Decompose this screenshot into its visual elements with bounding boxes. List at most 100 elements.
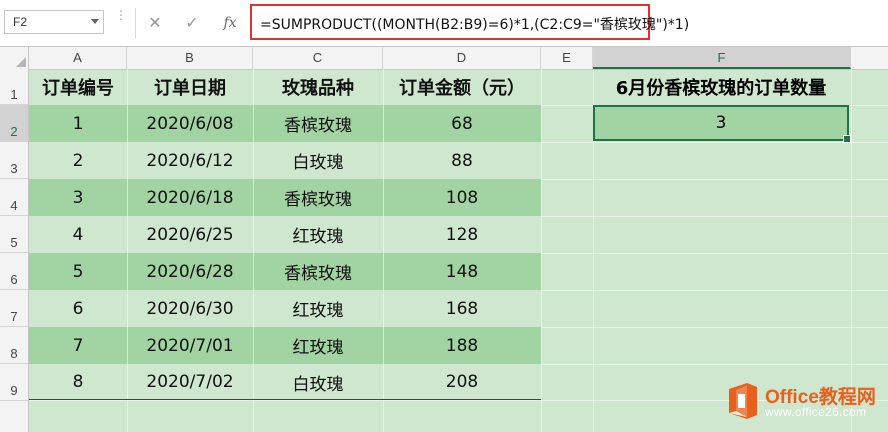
column-header-c[interactable]: C [253,47,383,69]
cell-order-date[interactable]: 2020/6/18 [127,179,253,216]
cell-order-amount[interactable]: 108 [383,179,541,216]
cell-rose-variety[interactable]: 红玫瑰 [253,290,383,327]
cell-rose-variety[interactable]: 白玫瑰 [253,142,383,179]
column-header-b[interactable]: B [127,47,253,69]
row-header-4[interactable]: 4 [0,179,28,216]
cell-order-amount[interactable]: 168 [383,290,541,327]
row-header-9[interactable]: 9 [0,364,28,401]
table-row: 1 2020/6/08 香槟玫瑰 68 [29,105,541,142]
cell-rose-variety[interactable]: 香槟玫瑰 [253,179,383,216]
cell-order-amount[interactable]: 88 [383,142,541,179]
row-header-3[interactable]: 3 [0,142,28,179]
row-number: 5 [10,235,18,250]
row-header-8[interactable]: 8 [0,327,28,364]
table-row: 3 2020/6/18 香槟玫瑰 108 [29,179,541,216]
row-number: 6 [10,272,18,287]
formula-bar: F2 ⋮ ✕ ✓ fx =SUMPRODUCT((MONTH(B2:B9)=6)… [0,0,888,47]
row-number: 4 [10,198,18,213]
row-number: 3 [10,161,18,176]
gridline [541,253,888,254]
cell-order-date[interactable]: 2020/6/25 [127,216,253,253]
cell-order-id[interactable]: 8 [29,364,127,400]
result-value: 3 [715,113,727,133]
row-header-2[interactable]: 2 [0,105,28,142]
gridline [383,69,384,432]
column-header-e[interactable]: E [541,47,593,69]
cell-rose-variety[interactable]: 香槟玫瑰 [253,253,383,290]
gridline [253,69,254,432]
cell-order-id[interactable]: 3 [29,179,127,216]
cell-order-date[interactable]: 2020/6/28 [127,253,253,290]
select-all-icon [16,57,26,67]
row-number: 8 [10,346,18,361]
gridline [541,290,888,291]
header-cell-order-date[interactable]: 订单日期 [127,69,253,105]
cell-order-date[interactable]: 2020/6/12 [127,142,253,179]
cell-order-id[interactable]: 6 [29,290,127,327]
row-header-7[interactable]: 7 [0,290,28,327]
cell-order-date[interactable]: 2020/6/30 [127,290,253,327]
row-header-1[interactable]: 1 [0,69,28,105]
cell-order-id[interactable]: 1 [29,105,127,142]
drag-handle-icon[interactable]: ⋮ [115,9,127,32]
insert-function-icon[interactable]: fx [218,12,242,34]
column-header-bar: A B C D E F [0,47,888,70]
cell-rose-variety[interactable]: 香槟玫瑰 [253,105,383,142]
cancel-icon[interactable]: ✕ [143,12,167,34]
table-row: 8 2020/7/02 白玫瑰 208 [29,364,541,400]
header-cell-order-id[interactable]: 订单编号 [29,69,127,105]
watermark-logo: Office教程网 www.office26.com [725,380,885,424]
name-box[interactable]: F2 [4,10,104,34]
worksheet-grid[interactable]: 订单编号 订单日期 玫瑰品种 订单金额（元） 1 2020/6/08 香槟玫瑰 … [29,69,888,432]
row-header-5[interactable]: 5 [0,216,28,253]
cell-rose-variety[interactable]: 红玫瑰 [253,327,383,364]
cell-order-id[interactable]: 2 [29,142,127,179]
chevron-down-icon[interactable] [91,19,99,24]
name-box-value: F2 [13,15,28,29]
cell-order-date[interactable]: 2020/7/01 [127,327,253,364]
result-title-cell[interactable]: 6月份香槟玫瑰的订单数量 [592,69,850,105]
office-logo-icon [729,383,757,419]
fill-handle[interactable] [843,135,851,143]
select-all-button[interactable] [0,47,29,69]
cell-order-date[interactable]: 2020/7/02 [127,364,253,400]
cell-order-amount[interactable]: 148 [383,253,541,290]
result-value-cell[interactable]: 3 [593,105,851,143]
table-row: 5 2020/6/28 香槟玫瑰 148 [29,253,541,290]
column-header-g[interactable] [851,47,888,69]
cell-order-amount[interactable]: 208 [383,364,541,400]
cell-rose-variety[interactable]: 红玫瑰 [253,216,383,253]
column-header-d[interactable]: D [383,47,541,69]
gridline [541,216,888,217]
row-number: 7 [10,309,18,324]
header-cell-order-amount[interactable]: 订单金额（元） [383,69,541,105]
cell-order-amount[interactable]: 68 [383,105,541,142]
divider [135,8,136,38]
formula-text: =SUMPRODUCT((MONTH(B2:B9)=6)*1,(C2:C9="香… [260,17,690,33]
cell-order-id[interactable]: 5 [29,253,127,290]
cell-order-id[interactable]: 4 [29,216,127,253]
cell-order-amount[interactable]: 188 [383,327,541,364]
cell-order-id[interactable]: 7 [29,327,127,364]
cell-order-amount[interactable]: 128 [383,216,541,253]
watermark-url: www.office26.com [765,405,867,419]
table-bottom-border [29,399,541,400]
column-header-f[interactable]: F [593,47,851,69]
column-header-a[interactable]: A [29,47,127,69]
table-row: 4 2020/6/25 红玫瑰 128 [29,216,541,253]
header-cell-rose-variety[interactable]: 玫瑰品种 [253,69,383,105]
gridline [541,142,888,143]
cell-rose-variety[interactable]: 白玫瑰 [253,364,383,400]
gridline [541,327,888,328]
row-header-6[interactable]: 6 [0,253,28,290]
gridline [541,179,888,180]
formula-input[interactable]: =SUMPRODUCT((MONTH(B2:B9)=6)*1,(C2:C9="香… [250,4,689,40]
enter-icon[interactable]: ✓ [180,12,204,34]
row-header-column: 1 2 3 4 5 6 7 8 9 [0,69,29,432]
gridline [541,364,888,365]
row-number: 1 [10,87,18,102]
cell-order-date[interactable]: 2020/6/08 [127,105,253,142]
table-row: 7 2020/7/01 红玫瑰 188 [29,327,541,364]
row-number: 2 [10,124,18,139]
gridline [851,69,852,432]
